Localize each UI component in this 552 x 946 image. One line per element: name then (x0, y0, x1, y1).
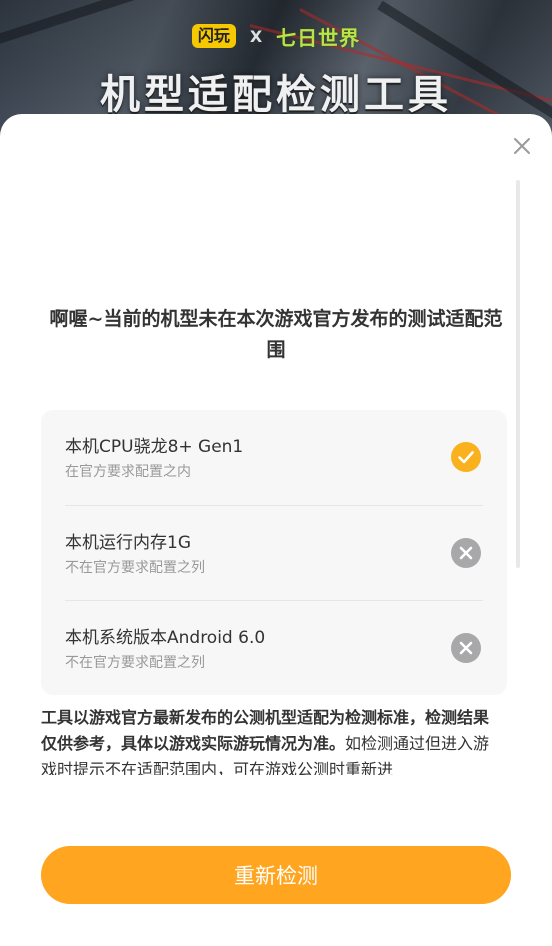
check-item-subtitle: 在官方要求配置之内 (65, 464, 191, 480)
check-item-title: 本机CPU骁龙8+ Gen1 (65, 437, 244, 457)
retry-button[interactable]: 重新检测 (41, 846, 511, 904)
logo-separator: X (249, 26, 263, 46)
banner-title: 机型适配检测工具 (100, 72, 452, 118)
check-list: 本机CPU骁龙8+ Gen1 在官方要求配置之内 本机运行内存1G 不在官方要求… (41, 410, 507, 695)
check-circle-icon (451, 442, 481, 472)
shanwan-logo: 闪玩 (191, 24, 236, 48)
check-item-android-version: 本机系统版本Android 6.0 不在官方要求配置之列 (65, 600, 483, 696)
check-item-title: 本机运行内存1G (65, 533, 191, 553)
check-item-title: 本机系统版本Android 6.0 (65, 628, 266, 648)
x-circle-icon (451, 633, 481, 663)
check-item-cpu: 本机CPU骁龙8+ Gen1 在官方要求配置之内 (65, 410, 483, 505)
check-item-memory: 本机运行内存1G 不在官方要求配置之列 (65, 505, 483, 601)
game-logo: 七日世界 (276, 25, 361, 50)
co-brand-logos: 闪玩 X 七日世界 (0, 18, 552, 54)
close-icon[interactable] (510, 134, 534, 158)
check-item-subtitle: 不在官方要求配置之列 (65, 560, 205, 576)
disclaimer-note: 工具以游戏官方最新发布的公测机型适配为检测标准，检测结果仅供参考，具体以游戏实际… (41, 705, 503, 775)
x-circle-icon (451, 538, 481, 568)
result-dialog: 啊喔~当前的机型未在本次游戏官方发布的测试适配范围 本机CPU骁龙8+ Gen1… (0, 114, 552, 946)
result-title: 啊喔~当前的机型未在本次游戏官方发布的测试适配范围 (49, 308, 503, 361)
check-item-subtitle: 不在官方要求配置之列 (65, 655, 205, 671)
scrollbar[interactable] (516, 180, 520, 568)
